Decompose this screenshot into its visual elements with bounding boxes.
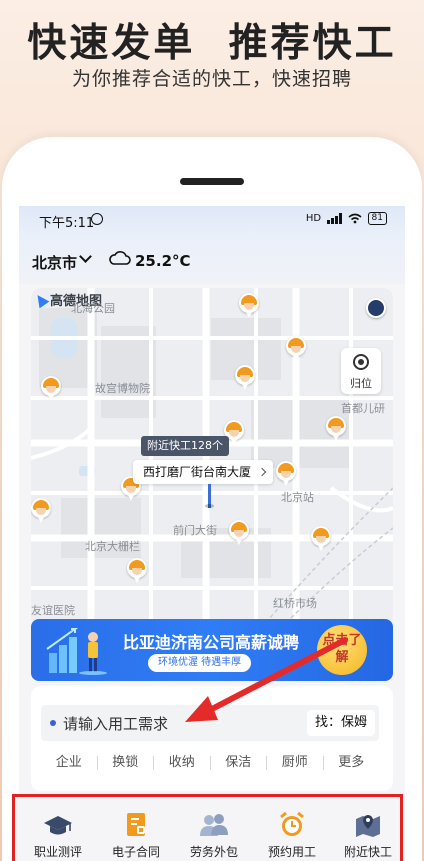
cloud-icon [109, 251, 131, 265]
banner-title: 比亚迪济南公司高薪诚聘 [123, 633, 300, 652]
current-address[interactable]: 西打磨厂街台南大厦 [133, 460, 274, 484]
map-label-beihai: 北海公园 [71, 302, 115, 315]
wifi-icon [348, 213, 362, 224]
category-item-more[interactable]: 更多 [324, 756, 380, 770]
worker-marker[interactable] [276, 461, 296, 487]
map-label-qianmen: 前门大街 [173, 524, 217, 537]
battery-icon: 81 [367, 212, 387, 225]
signal-icon [327, 213, 342, 224]
worker-marker[interactable] [239, 293, 259, 319]
worker-marker[interactable] [127, 558, 147, 584]
search-placeholder: 请输入用工需求 [63, 715, 169, 733]
amap-logo-icon [32, 291, 50, 308]
map-label-hongqiao: 红桥市场 [273, 597, 317, 610]
banner-subtitle: 环境优渥 待遇丰厚 [148, 654, 252, 672]
worker-marker[interactable] [326, 416, 346, 442]
demand-search-field[interactable]: 请输入用工需求 找：保姆 [41, 705, 379, 741]
category-item-chef[interactable]: 厨师 [267, 756, 324, 770]
locate-target-icon [353, 354, 369, 370]
status-indicators: HD 81 [306, 212, 387, 225]
category-list: 企业 换锁 收纳 保洁 厨师 更多 [41, 756, 379, 770]
chevron-down-icon[interactable] [79, 250, 92, 263]
tab-label: 职业测评 [33, 845, 82, 859]
nearby-workers-count: 附近快工128个 [141, 436, 229, 456]
search-dot-icon [50, 720, 56, 726]
map-label-gugong: 故宫博物院 [95, 382, 150, 395]
map-label-beijing-station: 北京站 [281, 491, 314, 504]
tab-labor-outsourcing[interactable]: 劳务外包 [183, 811, 245, 860]
find-suggestion-button[interactable]: 找：保姆 [307, 710, 376, 736]
status-time: 下午5:11 [39, 216, 95, 231]
user-avatar-marker[interactable] [366, 298, 386, 318]
category-item-storage[interactable]: 收纳 [154, 756, 211, 770]
worker-marker[interactable] [235, 365, 255, 391]
banner-cta-button[interactable]: 点击了解 [317, 625, 367, 675]
relocate-button[interactable]: 归位 [341, 348, 381, 394]
alarm-status-icon [91, 213, 103, 225]
tab-label: 预约用工 [267, 845, 316, 859]
tab-label: 电子合同 [111, 845, 160, 859]
demand-card: 请输入用工需求 找：保姆 企业 换锁 收纳 保洁 厨师 更多 [31, 686, 393, 791]
location-bar: 北京市 25.2°C [19, 236, 405, 284]
map-pin-icon [356, 815, 380, 837]
tab-e-contract[interactable]: 电子合同 [105, 811, 167, 860]
relocate-label: 归位 [350, 377, 372, 390]
worker-marker[interactable] [41, 376, 61, 402]
promo-banner[interactable]: 比亚迪济南公司高薪诚聘 环境优渥 待遇丰厚 点击了解 [31, 619, 393, 681]
category-item-locksmith[interactable]: 换锁 [98, 756, 154, 770]
status-bar: 下午5:11 HD 81 [19, 206, 405, 236]
promo-headline: 快速发单 推荐快工 [27, 21, 397, 66]
worker-marker[interactable] [311, 526, 331, 552]
phone-speaker [180, 178, 244, 185]
center-location-pin [205, 484, 214, 508]
city-selector[interactable]: 北京市 [32, 252, 77, 273]
graduation-cap-icon [44, 816, 72, 835]
tab-career-assessment[interactable]: 职业测评 [27, 811, 89, 860]
contract-icon [127, 813, 145, 836]
map-label-youyi: 友谊医院 [31, 604, 75, 617]
map-view[interactable]: 高德地图 北海公园 故宫博物院 首都儿研 北京站 前门大街 北京大栅栏 友谊医院… [31, 288, 393, 628]
worker-marker[interactable] [229, 520, 249, 546]
promo-subline: 为你推荐合适的快工，快速招聘 [71, 68, 352, 90]
tab-book-workers[interactable]: 预约用工 [261, 811, 323, 860]
category-item-cleaning[interactable]: 保洁 [211, 756, 267, 770]
bottom-tab-bar: 职业测评 电子合同 劳务外包 预约用工 附近快工 [12, 794, 403, 861]
worker-marker[interactable] [286, 336, 306, 362]
people-icon [200, 814, 228, 836]
alarm-clock-icon [280, 811, 304, 836]
category-item-enterprise[interactable]: 企业 [41, 756, 98, 770]
app-screen: 下午5:11 HD 81 北京市 25.2°C 高德地图 北海公园 故宫博物院 … [19, 206, 405, 861]
network-type: HD [305, 213, 322, 224]
map-roads [31, 288, 393, 628]
map-label-shoudu: 首都儿研 [341, 402, 385, 415]
temperature: 25.2°C [135, 252, 191, 270]
tab-label: 劳务外包 [189, 845, 238, 859]
map-label-dashilan: 北京大栅栏 [85, 540, 140, 553]
worker-illustration [46, 628, 107, 675]
tab-nearby-workers[interactable]: 附近快工 [337, 811, 399, 860]
worker-marker[interactable] [31, 498, 51, 524]
tab-label: 附近快工 [343, 845, 392, 859]
